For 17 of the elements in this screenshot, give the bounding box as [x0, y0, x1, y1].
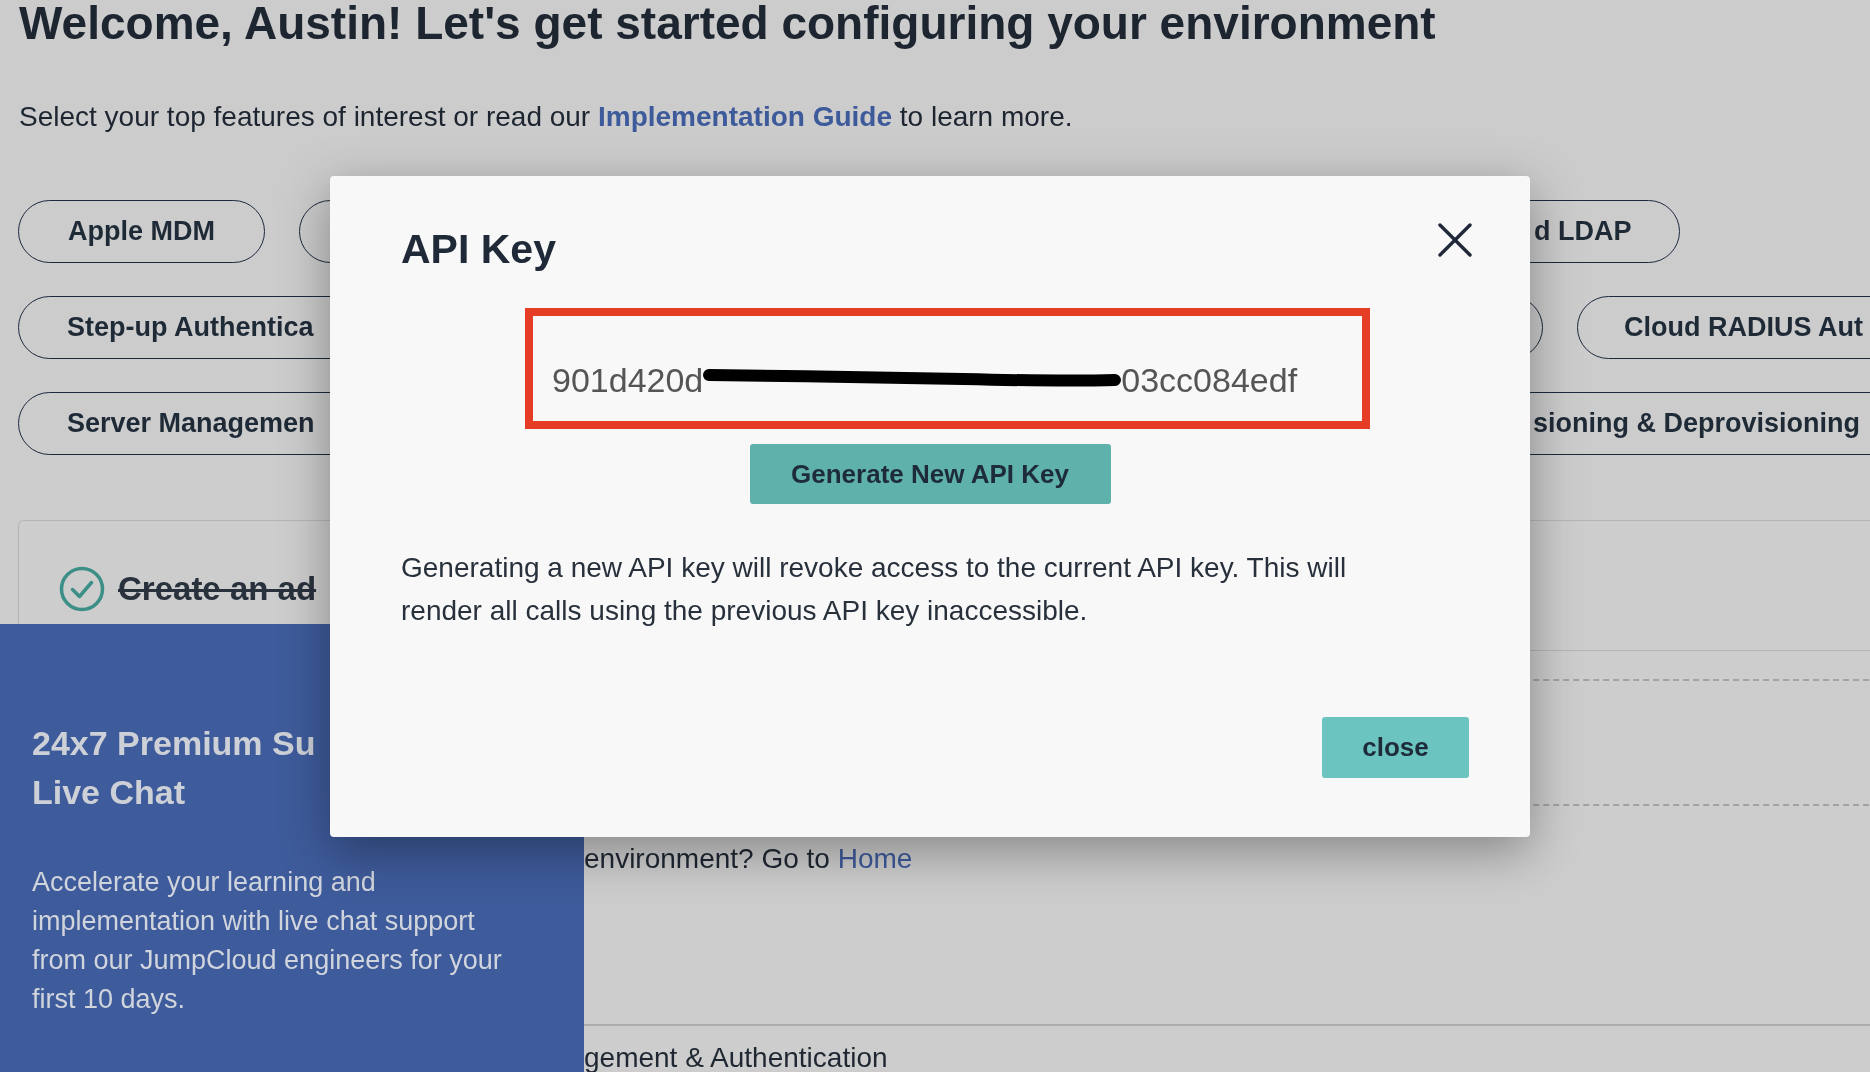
feature-pill[interactable]: Apple MDM [18, 200, 265, 263]
promo-text: Accelerate your learning and implementation with live chat support from our JumpCloud engineers for your first 10 days. [32, 866, 503, 1016]
section-title: gement & Authentication [584, 1045, 888, 1071]
generate-key-button[interactable]: Generate New API Key [749, 444, 1111, 504]
promo-title: 24x7 Premium Su [32, 723, 316, 764]
api-key-text: 901d420d [552, 360, 704, 400]
guide-link[interactable]: Implementation Guide [598, 101, 892, 132]
setup-note: environment? Go to Home [584, 843, 913, 875]
api-key-text: 03cc084edf [1121, 360, 1298, 400]
dialog-title: API Key [401, 225, 556, 273]
task-title: Create an ad [118, 568, 317, 609]
close-icon[interactable] [1438, 223, 1472, 257]
warning-text: Generating a new API key will revoke access to the current API key. This will render all calls using the previous API key inaccessible. [401, 551, 1348, 628]
promo-title: Live Chat [32, 772, 186, 813]
home-link[interactable]: Home [837, 843, 913, 874]
intro-text: Select your top features of interest or read our Implementation Guide to learn more. [19, 101, 1073, 133]
close-button[interactable]: close [1322, 717, 1469, 778]
